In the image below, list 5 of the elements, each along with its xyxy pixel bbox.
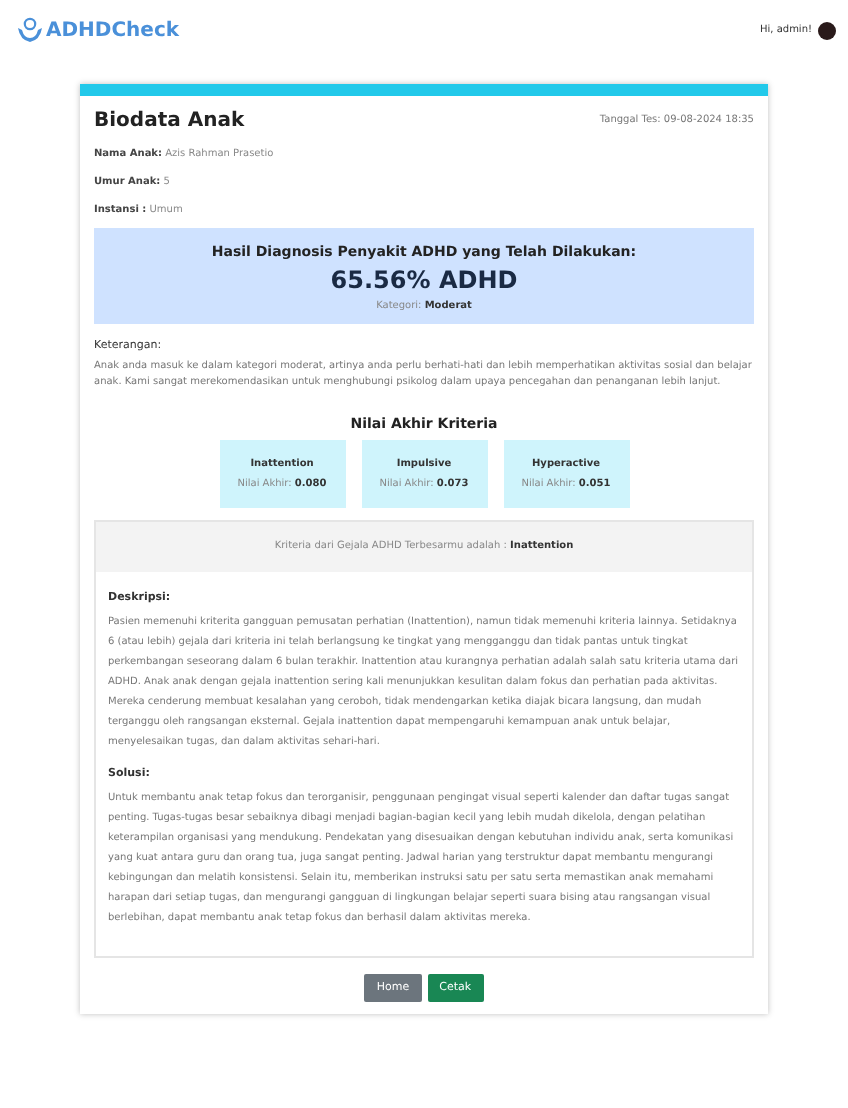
- card-title: Biodata Anak: [94, 110, 245, 132]
- logo-icon: [16, 16, 44, 44]
- diagnosis-result: 65.56% ADHD: [330, 266, 518, 294]
- brand-name[interactable]: ADHDCheck: [46, 19, 180, 41]
- avatar[interactable]: [818, 21, 836, 39]
